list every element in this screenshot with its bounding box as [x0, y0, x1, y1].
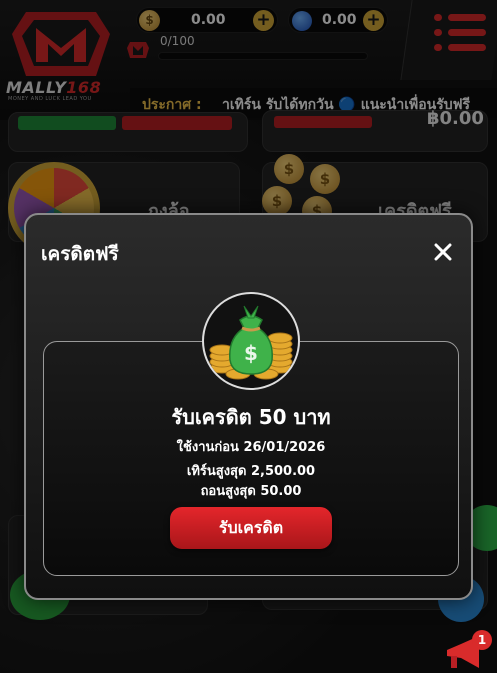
close-button[interactable]	[432, 241, 454, 263]
claim-credit-button[interactable]: รับเครดิต	[170, 507, 332, 549]
close-icon	[434, 243, 452, 261]
credit-offer-title: รับเครดิต 50 บาท	[171, 405, 331, 429]
money-bag-icon: $	[202, 292, 300, 390]
credit-offer-max-withdraw: ถอนสูงสุด 50.00	[200, 484, 302, 499]
modal-title: เครดิตฟรี	[41, 243, 119, 265]
credit-offer-expiry: ใช้งานก่อน 26/01/2026	[176, 440, 326, 455]
free-credit-modal: เครดิตฟรี รับเครดิต 50 บาท ใช้งานก่อน 26…	[24, 213, 473, 600]
svg-text:$: $	[244, 341, 258, 365]
notification-badge: 1	[472, 630, 492, 650]
credit-offer-max-turnover: เทิร์นสูงสุด 2,500.00	[186, 464, 316, 479]
